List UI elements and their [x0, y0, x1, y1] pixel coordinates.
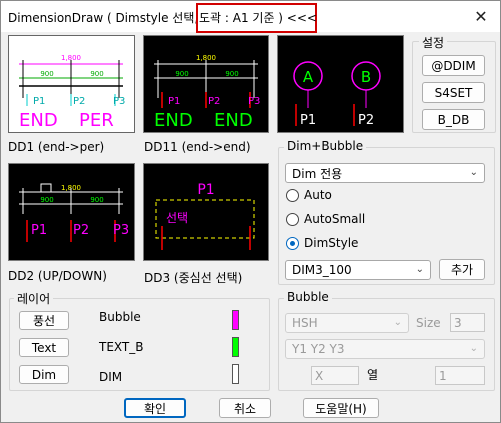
- preview-dd11[interactable]: 1,800 900 900 P1 P2 P3 END END: [143, 35, 269, 133]
- dd1-per: PER: [79, 110, 114, 131]
- bubble-col-label: 열: [367, 368, 379, 382]
- dd1-dim-part-2: 900: [90, 70, 103, 78]
- dd11-end-1: END: [154, 110, 193, 131]
- dd3-p1: P1: [197, 182, 214, 198]
- preview-dd3[interactable]: P1 선택: [143, 163, 269, 261]
- bubble-col-value: 1: [439, 368, 447, 383]
- dd1-p3: P3: [113, 96, 125, 107]
- dd11-p2: P2: [208, 96, 220, 107]
- bubble-size-input[interactable]: 3: [450, 313, 485, 332]
- settings-legend: 설정: [419, 34, 448, 51]
- dd1-p2: P2: [73, 96, 85, 107]
- dd3-drawing: P1 선택: [155, 182, 255, 250]
- bubble-drawing: A B P1 P2: [293, 61, 381, 128]
- bubble-type-value: HSH: [292, 316, 318, 330]
- dd11-end-2: END: [214, 110, 253, 131]
- bubble-p1: P1: [300, 113, 316, 128]
- bubble-col-input[interactable]: 1: [435, 366, 485, 385]
- dd1-p1: P1: [33, 96, 45, 107]
- add-style-button[interactable]: 추가: [439, 259, 485, 280]
- radio-auto-label: Auto: [304, 188, 332, 202]
- dd2-drawing: 1,800 900 900 P1 P2 P3: [19, 183, 129, 242]
- dd11-p1: P1: [168, 96, 180, 107]
- bubble-type-select[interactable]: HSH ⌄: [285, 313, 409, 333]
- s4set-button[interactable]: S4SET: [422, 82, 485, 103]
- dim-mode-select[interactable]: Dim 전용 ⌄: [285, 163, 485, 183]
- bubble-x-value: X: [315, 368, 324, 383]
- layer-dim-name: DIM: [99, 370, 123, 384]
- dimension-draw-dialog: DimensionDraw ( Dimstyle 선택, 도곽 : A1 기준 …: [0, 0, 501, 423]
- bubble-legend: Bubble: [284, 290, 332, 304]
- radio-dimstyle[interactable]: DimStyle: [286, 236, 358, 250]
- layer-bubble-button[interactable]: 풍선: [19, 311, 69, 330]
- b-db-button[interactable]: B_DB: [422, 109, 485, 130]
- layer-text-color-swatch[interactable]: [232, 337, 239, 357]
- preview-dd2-caption: DD2 (UP/DOWN): [8, 269, 107, 283]
- layer-bubble-name: Bubble: [99, 310, 141, 324]
- bubble-p2: P2: [358, 113, 374, 128]
- ddim-button[interactable]: @DDIM: [422, 55, 485, 76]
- close-button[interactable]: ✕: [463, 3, 499, 30]
- dim-mode-value: Dim 전용: [292, 166, 343, 181]
- layer-text-name: TEXT_B: [99, 340, 144, 354]
- dd1-end: END: [19, 110, 58, 131]
- dd11-dim-part-1: 900: [175, 70, 188, 78]
- chevron-down-icon: ⌄: [469, 342, 478, 354]
- preview-dd11-caption: DD11 (end->end): [144, 140, 251, 154]
- bubble-a: A: [303, 68, 314, 86]
- layer-bubble-color-swatch[interactable]: [232, 310, 239, 330]
- preview-dd3-caption: DD3 (중심선 선택): [144, 271, 243, 285]
- window-title-highlight: 도곽 : A1 기준 ) <<<: [199, 11, 317, 25]
- radio-dimstyle-label: DimStyle: [304, 236, 359, 250]
- radio-autosmall[interactable]: AutoSmall: [286, 212, 365, 226]
- preview-dd2[interactable]: 1,800 900 900 P1 P2 P3: [8, 163, 135, 261]
- layer-dim-button[interactable]: Dim: [19, 365, 69, 384]
- radio-auto-circle: [286, 188, 299, 202]
- chevron-down-icon: ⌄: [393, 316, 402, 328]
- dd11-drawing: 1,800 900 900 P1 P2 P3 END END: [154, 54, 260, 131]
- dd2-dim-part-2: 900: [90, 196, 103, 204]
- layer-legend: 레이어: [14, 290, 54, 307]
- dimstyle-value: DIM3_100: [292, 263, 352, 277]
- help-button[interactable]: 도움말(H): [303, 398, 379, 418]
- bubble-labels-select[interactable]: Y1 Y2 Y3 ⌄: [285, 339, 485, 359]
- dd2-dim-part-1: 900: [40, 196, 53, 204]
- bubble-b: B: [361, 68, 371, 86]
- cancel-button[interactable]: 취소: [219, 398, 271, 418]
- dd2-p1: P1: [31, 223, 47, 238]
- dd11-dim-part-2: 900: [225, 70, 238, 78]
- layer-dim-color-swatch[interactable]: [232, 364, 239, 384]
- preview-dd1[interactable]: 1,800 900 900 P1 P2 P3 END PER: [8, 35, 135, 133]
- chevron-down-icon: ⌄: [469, 166, 478, 178]
- bubble-labels-value: Y1 Y2 Y3: [292, 342, 345, 356]
- radio-autosmall-label: AutoSmall: [304, 212, 366, 226]
- chevron-down-icon: ⌄: [415, 263, 424, 275]
- dd2-p2: P2: [73, 223, 89, 238]
- bubble-size-label: Size: [416, 316, 441, 330]
- close-icon: ✕: [474, 7, 488, 26]
- ok-button[interactable]: 확인: [124, 398, 186, 418]
- dim-bubble-legend: Dim+Bubble: [284, 139, 367, 153]
- dd2-p3: P3: [113, 223, 129, 238]
- window-title: DimensionDraw ( Dimstyle 선택,: [8, 11, 199, 25]
- bubble-x-input[interactable]: X: [311, 366, 359, 385]
- dd3-select-text: 선택: [166, 211, 188, 225]
- dimstyle-select[interactable]: DIM3_100 ⌄: [285, 260, 431, 280]
- dd11-p3: P3: [248, 96, 260, 107]
- dd1-drawing: 1,800 900 900 P1 P2 P3 END PER: [19, 54, 125, 131]
- bubble-size-value: 3: [454, 315, 462, 330]
- radio-auto[interactable]: Auto: [286, 188, 332, 202]
- radio-autosmall-circle: [286, 212, 299, 226]
- dd1-dim-part-1: 900: [40, 70, 53, 78]
- layer-text-button[interactable]: Text: [19, 338, 69, 357]
- preview-bubble[interactable]: A B P1 P2: [277, 35, 404, 133]
- preview-dd1-caption: DD1 (end->per): [8, 140, 105, 154]
- radio-dimstyle-circle: [286, 236, 299, 250]
- title-bar: DimensionDraw ( Dimstyle 선택, 도곽 : A1 기준 …: [1, 1, 500, 33]
